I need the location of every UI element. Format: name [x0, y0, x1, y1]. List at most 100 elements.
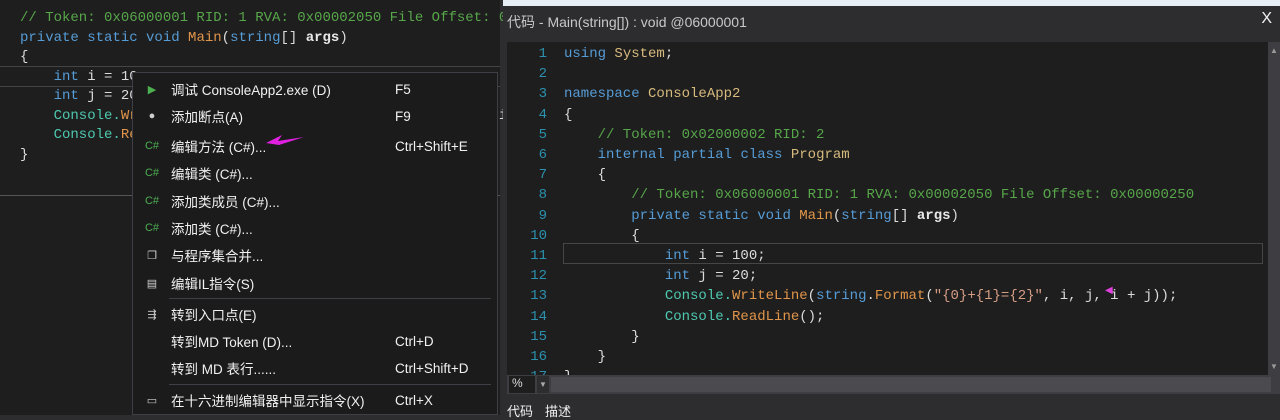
menu-item-shortcut: Ctrl+Shift+E [395, 138, 468, 154]
code-line: int j = 20; [20, 86, 146, 106]
menu-item-label: 转到MD Token (D)... [171, 335, 293, 350]
editor-bottom-bar: % ▼ [507, 375, 1280, 394]
pointer-arrow-icon [266, 135, 304, 145]
code-line: private static void Main(string[] args) [20, 28, 348, 48]
code-token: Main [188, 29, 222, 46]
code-token: i = 100; [698, 248, 766, 264]
code-line: private static void Main(string[] args) [564, 206, 959, 226]
code-editor[interactable]: 1 using System; 2 3 namespace ConsoleApp2 4 {5… [507, 42, 1268, 375]
menu-item-label: 编辑IL指令(S) [171, 277, 255, 292]
code-token: { [20, 49, 29, 65]
vertical-scrollbar[interactable]: ▲ ▼ [1268, 42, 1280, 375]
code-token: { [564, 106, 573, 123]
code-line: int i = 10; [20, 67, 146, 87]
panel-title: 代码 - Main(string[]) : void @06000001 [507, 14, 747, 30]
code-line: { [564, 226, 640, 246]
scroll-up-icon[interactable]: ▲ [1270, 46, 1278, 55]
menu-item[interactable]: C# 编辑类 (C#)... [133, 160, 497, 186]
breakpoint-icon: ● [148, 110, 156, 122]
menu-item[interactable]: ▭ 在十六进制编辑器中显示指令(X) Ctrl+X [133, 387, 497, 413]
code-token: internal [564, 147, 674, 163]
zoom-level-input[interactable]: % [509, 376, 535, 393]
code-token: Main [799, 207, 833, 224]
line-number: 15 [530, 328, 547, 345]
code-token: j = 20; [698, 268, 758, 285]
menu-item[interactable]: ❐ 与程序集合并... [133, 242, 497, 268]
merge-assembly-icon: ❐ [147, 249, 157, 262]
menu-item-label: 添加断点(A) [171, 110, 243, 125]
code-token: // Token: 0x02000002 RID: 2 [564, 126, 825, 143]
code-token: . [866, 288, 875, 305]
line-number: 13 [530, 288, 547, 305]
code-line: // Token: 0x06000001 RID: 1 RVA: 0x00002… [564, 185, 1194, 205]
code-token: private [564, 207, 699, 224]
menu-item[interactable]: 转到 MD 表行...... Ctrl+Shift+D [133, 355, 497, 381]
menu-item-shortcut: F9 [395, 108, 411, 124]
code-token: (); [799, 308, 825, 325]
line-number: 16 [530, 349, 547, 365]
menu-item[interactable]: ● 添加断点(A) F9 [133, 103, 497, 129]
csharp-icon: C# [144, 195, 160, 207]
code-token: partial [673, 147, 741, 163]
code-token: ReadLine [732, 308, 800, 325]
menu-item[interactable]: 转到MD Token (D)... Ctrl+D [133, 328, 497, 354]
code-token: [] [280, 29, 306, 46]
top-strip [503, 0, 1280, 6]
code-token: ) [950, 207, 959, 224]
menu-item[interactable]: C# 添加类 (C#)... [133, 215, 497, 241]
code-line: } [20, 145, 28, 165]
code-token: "{0}+{1}={2}" [933, 288, 1043, 305]
code-line: namespace ConsoleApp2 [564, 84, 740, 104]
code-token: void [757, 207, 800, 224]
code-token: using [564, 46, 615, 62]
close-button[interactable]: X [1261, 10, 1272, 28]
code-line: { [564, 105, 572, 125]
code-panel: 代码 - Main(string[]) : void @06000001 X 1… [503, 0, 1280, 419]
code-token: { [564, 227, 640, 244]
code-token: namespace [564, 86, 649, 103]
line-number: 4 [538, 106, 547, 123]
code-token: ( [807, 288, 817, 305]
hex-editor-icon: ▭ [146, 394, 158, 407]
menu-item-label: 转到 MD 表行...... [171, 362, 277, 377]
code-line: } [564, 327, 640, 347]
code-token: } [564, 328, 640, 345]
menu-item[interactable]: ▤ 编辑IL指令(S) [133, 270, 497, 296]
tab-description[interactable]: 描述 [545, 401, 571, 420]
code-token: int [564, 268, 699, 285]
code-token: private [20, 29, 88, 46]
menu-item[interactable]: ▶ 调试 ConsoleApp2.exe (D) F5 [133, 76, 497, 102]
line-number: 8 [538, 187, 547, 204]
code-token: } [20, 146, 29, 163]
line-number: 10 [530, 227, 547, 244]
play-icon: ▶ [147, 83, 157, 96]
zoom-dropdown-icon[interactable]: ▼ [537, 376, 549, 393]
menu-item-label: 与程序集合并... [171, 249, 264, 264]
code-token: Program [790, 147, 850, 163]
code-token: { [564, 167, 607, 184]
menu-separator [169, 298, 491, 299]
code-token: class [740, 147, 791, 163]
menu-item-shortcut: F5 [395, 81, 411, 97]
menu-item[interactable]: C# 编辑方法 (C#)... Ctrl+Shift+E [133, 133, 497, 159]
menu-item-shortcut: Ctrl+D [395, 333, 434, 349]
code-line: Console.WriteLine(string.Format("{0}+{1}… [564, 286, 1178, 306]
line-number: 14 [530, 308, 547, 325]
menu-item-shortcut: Ctrl+Shift+D [395, 360, 469, 376]
menu-item-shortcut: Ctrl+X [395, 392, 433, 408]
menu-item-label: 添加类 (C#)... [171, 222, 253, 237]
menu-item-label: 调试 ConsoleApp2.exe (D) [171, 83, 331, 98]
horizontal-scrollbar[interactable] [551, 377, 1271, 392]
code-token: ) [339, 29, 348, 46]
menu-item[interactable]: C# 添加类成员 (C#)... [133, 188, 497, 214]
menu-item-label: 添加类成员 (C#)... [171, 195, 280, 210]
code-token: int [20, 88, 88, 104]
menu-item-label: 在十六进制编辑器中显示指令(X) [171, 394, 365, 409]
tab-code[interactable]: 代码 [507, 401, 533, 420]
code-token: args [916, 207, 951, 224]
code-token: Console. [564, 308, 733, 325]
code-line: // Token: 0x06000001 RID: 1 RVA: 0x00002… [20, 8, 583, 28]
menu-item[interactable]: ⇶ 转到入口点(E) [133, 301, 497, 327]
code-token: ( [832, 207, 842, 224]
scroll-down-icon[interactable]: ▼ [1270, 362, 1278, 371]
